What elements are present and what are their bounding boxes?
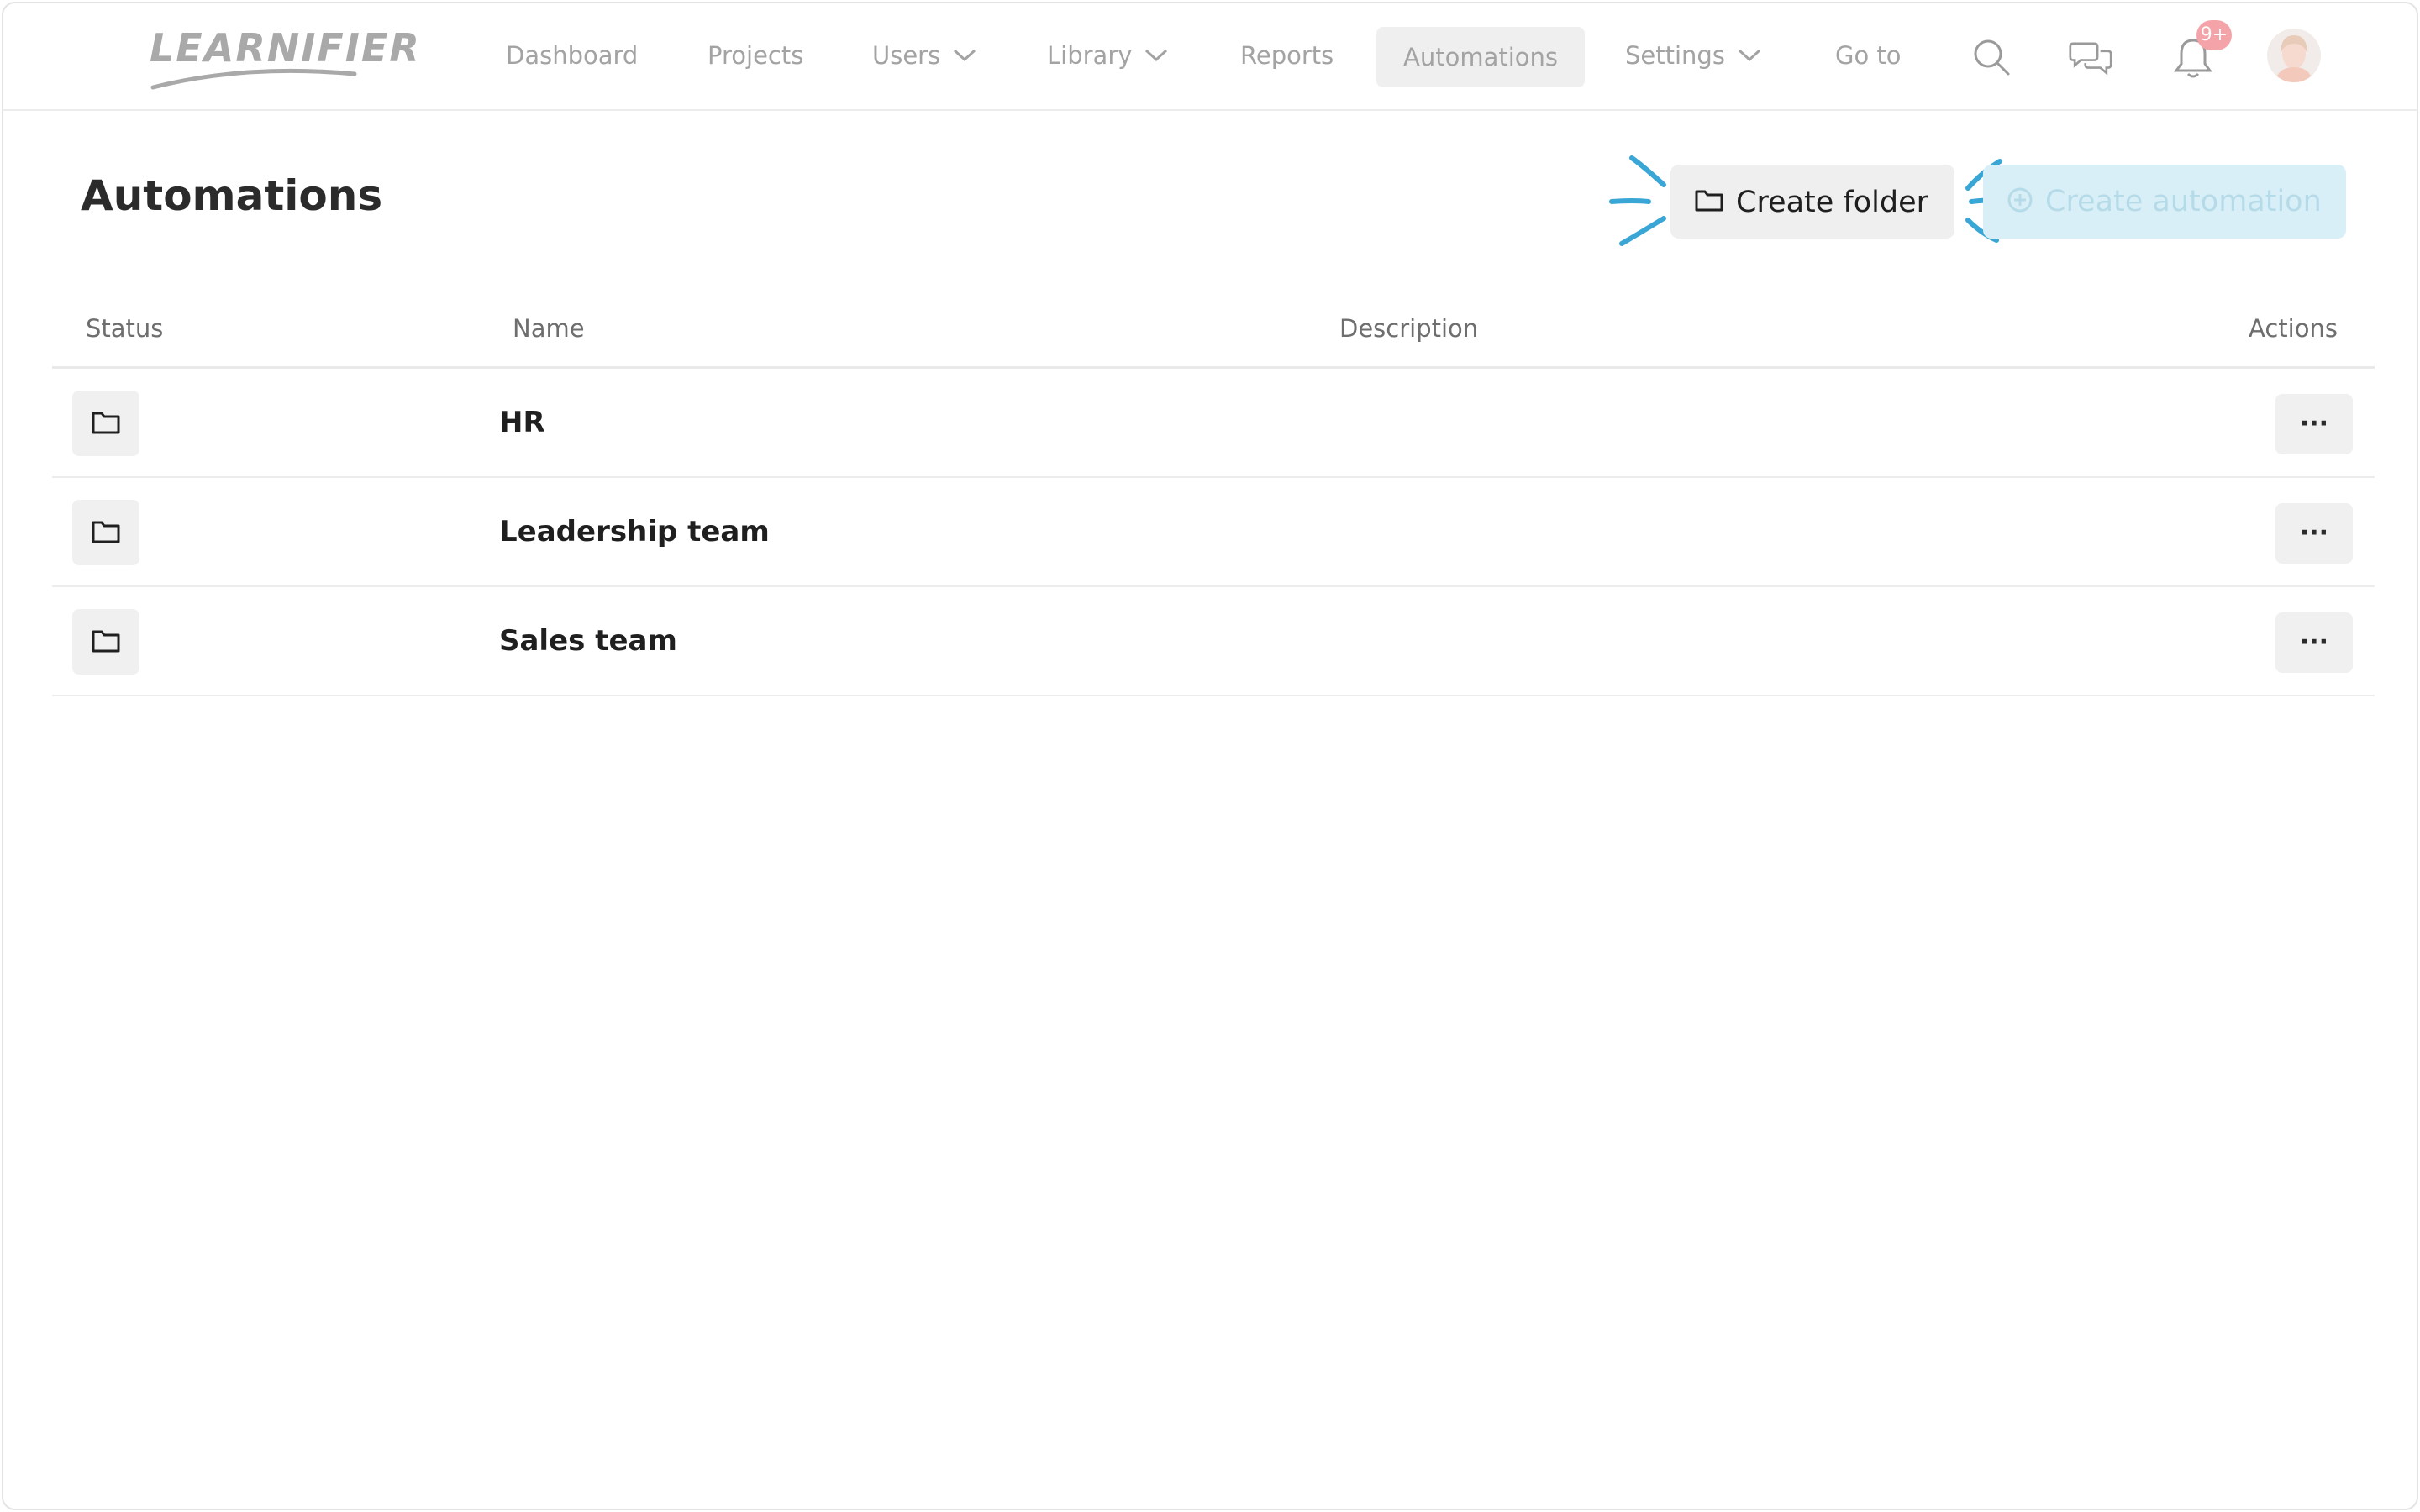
nav-users-label: Users	[872, 41, 941, 70]
nav-projects[interactable]: Projects	[708, 30, 803, 81]
notification-badge: 9+	[2196, 20, 2232, 50]
nav-library-label: Library	[1047, 41, 1133, 70]
row-actions-button[interactable]: ···	[2275, 503, 2353, 564]
nav-settings-label: Settings	[1625, 41, 1725, 70]
row-status	[72, 391, 139, 456]
avatar[interactable]	[2267, 29, 2321, 82]
nav-settings[interactable]: Settings	[1625, 30, 1762, 81]
row-name[interactable]: Sales team	[499, 624, 677, 658]
column-header-status[interactable]: Status	[86, 314, 163, 343]
folder-icon	[92, 412, 120, 434]
sparkle-left-icon	[1609, 155, 1666, 246]
table-row[interactable]: Leadership team ···	[52, 478, 2375, 587]
app-window: LEARNIFIER Dashboard Projects Users Libr…	[2, 2, 2418, 1510]
user-avatar-icon	[2275, 35, 2312, 82]
nav-projects-label: Projects	[708, 41, 804, 70]
create-folder-button[interactable]: Create folder	[1670, 165, 1954, 239]
row-status	[72, 609, 139, 675]
nav-goto-label: Go to	[1835, 41, 1902, 70]
chevron-down-icon	[954, 49, 976, 62]
folder-icon	[92, 630, 120, 653]
create-automation-label: Create automation	[2045, 185, 2322, 218]
nav-reports[interactable]: Reports	[1240, 30, 1334, 81]
nav-library[interactable]: Library	[1047, 30, 1169, 81]
learnifier-logo[interactable]: LEARNIFIER	[145, 22, 419, 94]
folder-icon	[1695, 190, 1723, 211]
top-navigation: LEARNIFIER Dashboard Projects Users Libr…	[3, 3, 2417, 111]
folder-icon	[92, 521, 120, 543]
page-title: Automations	[81, 171, 383, 220]
row-name[interactable]: Leadership team	[499, 515, 770, 549]
search-icon[interactable]	[1970, 35, 2013, 79]
row-name[interactable]: HR	[499, 406, 545, 439]
row-status	[72, 500, 139, 565]
column-header-actions: Actions	[2249, 314, 2338, 343]
nav-dashboard-label: Dashboard	[506, 41, 639, 70]
logo-swoosh	[150, 68, 357, 90]
notifications[interactable]: 9+	[2171, 3, 2238, 111]
column-header-name[interactable]: Name	[513, 314, 585, 343]
column-header-description[interactable]: Description	[1339, 314, 1478, 343]
chevron-down-icon	[1738, 49, 1760, 62]
row-actions-button[interactable]: ···	[2275, 612, 2353, 673]
nav-automations-label: Automations	[1403, 43, 1559, 71]
nav-users[interactable]: Users	[872, 30, 977, 81]
create-automation-button[interactable]: Create automation	[1983, 165, 2346, 239]
create-folder-label: Create folder	[1736, 185, 1929, 219]
row-actions-button[interactable]: ···	[2275, 394, 2353, 454]
plus-circle-icon	[2007, 187, 2033, 213]
chat-icon[interactable]	[2069, 35, 2112, 79]
table-row[interactable]: Sales team ···	[52, 587, 2375, 696]
nav-dashboard[interactable]: Dashboard	[506, 30, 638, 81]
table-row[interactable]: HR ···	[52, 369, 2375, 478]
chevron-down-icon	[1145, 49, 1168, 62]
nav-goto[interactable]: Go to	[1835, 30, 1902, 81]
nav-automations[interactable]: Automations	[1376, 27, 1586, 87]
nav-reports-label: Reports	[1240, 41, 1334, 70]
